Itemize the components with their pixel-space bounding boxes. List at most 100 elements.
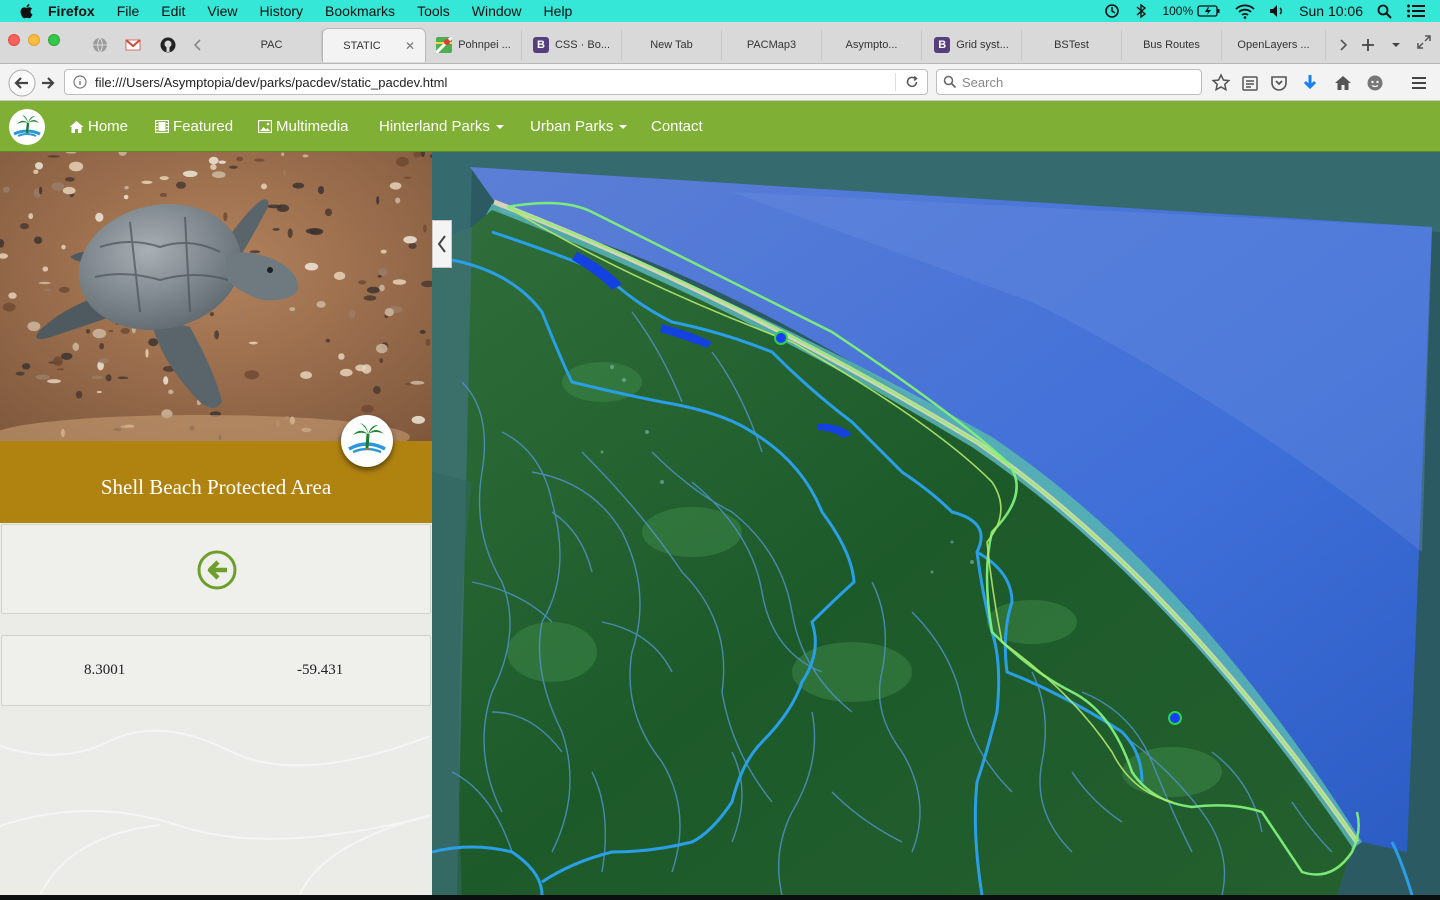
menu-bookmarks[interactable]: Bookmarks bbox=[325, 3, 395, 19]
menu-help[interactable]: Help bbox=[544, 3, 573, 19]
pebble bbox=[366, 286, 380, 294]
pebble bbox=[69, 161, 84, 172]
nav-urban-parks-dropdown[interactable]: Urban Parks bbox=[530, 118, 628, 135]
nav-contact[interactable]: Contact bbox=[651, 118, 703, 135]
latitude-value: 8.3001 bbox=[84, 662, 126, 678]
gmail-pinned-tab-icon[interactable] bbox=[125, 37, 141, 53]
pebble bbox=[141, 180, 153, 184]
zoom-window-button[interactable] bbox=[48, 34, 60, 46]
time-machine-icon[interactable] bbox=[1104, 3, 1120, 19]
search-placeholder: Search bbox=[962, 75, 1004, 90]
forward-icon[interactable] bbox=[38, 73, 58, 93]
clock[interactable]: Sun 10:06 bbox=[1299, 3, 1363, 19]
nav-home[interactable]: Home bbox=[69, 118, 128, 135]
pebble bbox=[373, 385, 381, 395]
pebble bbox=[304, 262, 319, 271]
wifi-icon[interactable] bbox=[1235, 4, 1255, 19]
bootstrap-icon: B bbox=[934, 37, 951, 53]
menu-hamburger-icon[interactable] bbox=[1409, 73, 1429, 93]
tab-static[interactable]: STATIC ✕ bbox=[322, 28, 426, 62]
menu-view[interactable]: View bbox=[207, 3, 237, 19]
pebble bbox=[148, 338, 159, 347]
sidebar-background-map-texture bbox=[0, 729, 431, 895]
site-info-icon[interactable] bbox=[73, 75, 87, 89]
downloads-icon[interactable] bbox=[1300, 73, 1320, 93]
satellite-map[interactable] bbox=[432, 152, 1440, 895]
pebble bbox=[214, 330, 220, 340]
apple-icon[interactable] bbox=[18, 2, 36, 20]
fullscreen-icon[interactable] bbox=[1416, 34, 1432, 50]
pebble bbox=[305, 228, 321, 234]
pebble bbox=[317, 186, 325, 195]
list-all-tabs-icon[interactable] bbox=[1388, 37, 1404, 53]
pebble bbox=[355, 364, 367, 372]
nav-hinterland-parks-dropdown[interactable]: Hinterland Parks bbox=[379, 118, 504, 135]
pebble bbox=[396, 156, 409, 167]
pebble bbox=[123, 194, 129, 200]
collapse-sidebar-button[interactable] bbox=[432, 220, 452, 268]
map-view[interactable] bbox=[432, 152, 1440, 895]
home-icon[interactable] bbox=[1333, 73, 1353, 93]
menu-tools[interactable]: Tools bbox=[417, 3, 450, 19]
tab-asymptopia[interactable]: Asympto... bbox=[822, 30, 922, 60]
menu-history[interactable]: History bbox=[259, 3, 303, 19]
search-bar[interactable]: Search bbox=[936, 69, 1202, 95]
reload-icon[interactable] bbox=[905, 75, 919, 89]
pebble bbox=[361, 404, 374, 413]
new-tab-icon[interactable] bbox=[1360, 37, 1376, 53]
pebble bbox=[379, 358, 384, 364]
tab-pohnpei[interactable]: Pohnpei ... bbox=[426, 30, 522, 60]
tab-new-tab[interactable]: New Tab bbox=[622, 30, 722, 60]
pebble bbox=[42, 266, 49, 272]
pebble bbox=[229, 165, 238, 169]
search-icon bbox=[943, 75, 957, 89]
tab-pac[interactable]: PAC bbox=[222, 30, 322, 60]
pebble bbox=[287, 228, 293, 239]
menu-file[interactable]: File bbox=[117, 3, 140, 19]
pebble bbox=[105, 374, 112, 382]
pebble bbox=[98, 358, 109, 364]
volume-icon[interactable] bbox=[1269, 4, 1285, 18]
url-bar[interactable]: file:///Users/Asymptopia/dev/parks/pacde… bbox=[64, 69, 928, 95]
battery-percent: 100% bbox=[1162, 4, 1194, 18]
bookmark-star-icon[interactable] bbox=[1211, 73, 1231, 93]
pebble bbox=[2, 302, 16, 312]
close-window-button[interactable] bbox=[8, 34, 20, 46]
site-logo[interactable] bbox=[9, 109, 45, 145]
url-text[interactable]: file:///Users/Asymptopia/dev/parks/pacde… bbox=[95, 75, 447, 90]
reading-list-icon[interactable] bbox=[1240, 73, 1260, 93]
location-marker[interactable] bbox=[1168, 711, 1182, 725]
tab-grid-system[interactable]: B Grid syst... bbox=[922, 30, 1022, 60]
tab-pacmap3[interactable]: PACMap3 bbox=[722, 30, 822, 60]
location-marker[interactable] bbox=[774, 331, 788, 345]
tab-scroll-left-icon[interactable] bbox=[190, 37, 206, 53]
globe-pinned-tab-icon[interactable] bbox=[92, 37, 108, 53]
pebble bbox=[395, 197, 401, 204]
menu-edit[interactable]: Edit bbox=[161, 3, 185, 19]
back-icon[interactable] bbox=[8, 69, 36, 97]
pebble bbox=[389, 182, 402, 190]
hello-icon[interactable] bbox=[1365, 73, 1385, 93]
pocket-icon[interactable] bbox=[1269, 73, 1289, 93]
tab-bus-routes[interactable]: Bus Routes bbox=[1122, 30, 1222, 60]
nav-multimedia[interactable]: Multimedia bbox=[258, 118, 349, 135]
github-pinned-tab-icon[interactable] bbox=[160, 37, 176, 53]
pebble bbox=[52, 356, 63, 367]
minimize-window-button[interactable] bbox=[28, 34, 40, 46]
pebble bbox=[91, 375, 103, 380]
menu-window[interactable]: Window bbox=[472, 3, 522, 19]
browser-window: Firefox File Edit View History Bookmarks… bbox=[0, 0, 1440, 900]
battery-icon[interactable] bbox=[1197, 5, 1221, 17]
spotlight-search-icon[interactable] bbox=[1377, 4, 1392, 19]
pebble bbox=[209, 312, 215, 317]
tab-css-bootstrap[interactable]: B CSS · Bo... bbox=[522, 30, 622, 60]
back-arrow-circle-icon[interactable] bbox=[197, 550, 237, 590]
notification-center-icon[interactable] bbox=[1406, 3, 1426, 19]
tab-scroll-right-icon[interactable] bbox=[1336, 37, 1352, 53]
close-tab-icon[interactable]: ✕ bbox=[405, 39, 415, 53]
tab-bstest[interactable]: BSTest bbox=[1022, 30, 1122, 60]
bluetooth-icon[interactable] bbox=[1134, 3, 1148, 19]
tab-openlayers[interactable]: OpenLayers ... bbox=[1222, 30, 1326, 60]
nav-featured[interactable]: Featured bbox=[155, 118, 233, 135]
app-menu[interactable]: Firefox bbox=[48, 3, 95, 19]
